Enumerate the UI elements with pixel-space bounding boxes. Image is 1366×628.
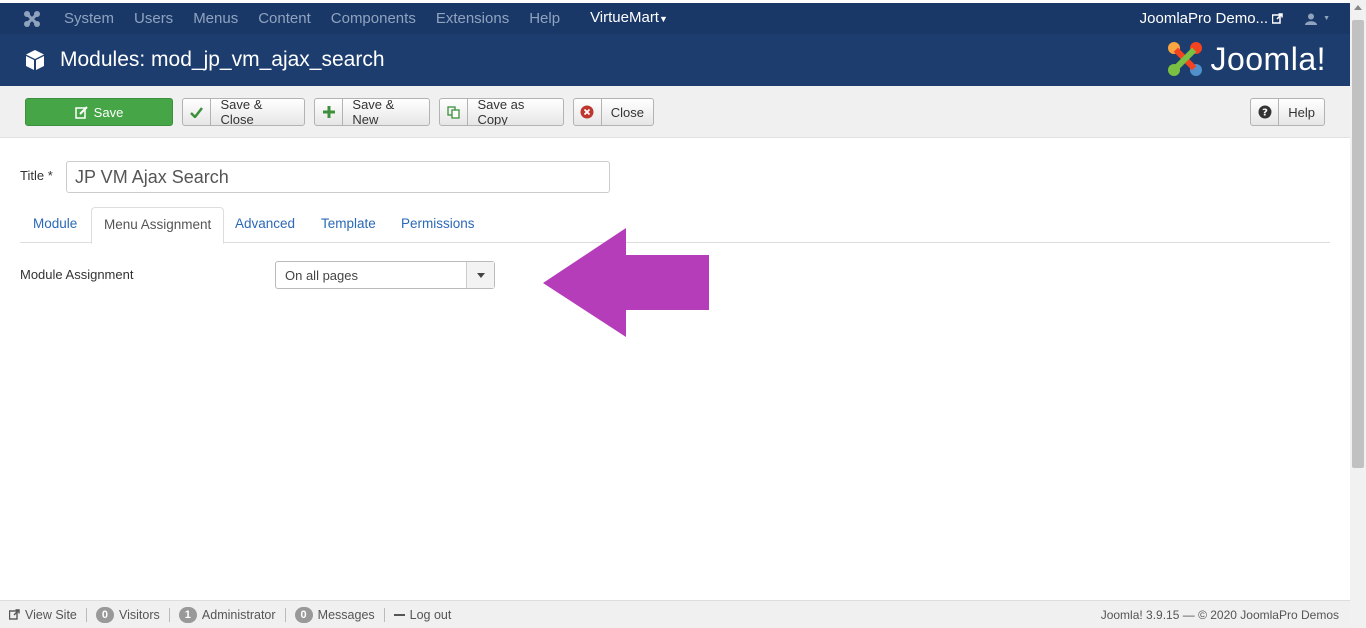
caret-down-icon: ▼ [1323, 15, 1330, 22]
joomla-logo-icon [1168, 42, 1203, 76]
save-new-button[interactable]: Save & New [314, 98, 430, 126]
joomla-menu-icon[interactable] [14, 4, 50, 34]
admin-label: Administrator [201, 607, 276, 622]
nav-extensions[interactable]: Extensions [426, 4, 519, 34]
admin-badge: 1 [178, 606, 197, 623]
save-copy-label: Save as Copy [477, 98, 525, 126]
close-button[interactable]: Close [573, 98, 654, 126]
view-site-link[interactable]: View Site [0, 607, 87, 622]
messages-label: Messages [317, 607, 375, 622]
title-label: Title * [20, 168, 53, 183]
site-link[interactable]: JoomlaPro Demo... [1140, 10, 1293, 27]
copyright-label: — © 2020 JoomlaPro Demos [1182, 607, 1339, 622]
plus-icon [315, 99, 344, 125]
user-menu[interactable]: ▼ [1293, 13, 1350, 25]
nav-components[interactable]: Components [321, 4, 426, 34]
module-assignment-label: Module Assignment [20, 267, 134, 282]
save-close-button[interactable]: Save & Close [182, 98, 305, 126]
visitors-badge: 0 [95, 606, 115, 623]
joomla-logo-text: Joomla! [1210, 40, 1326, 77]
question-icon: ? [1251, 99, 1280, 125]
status-bar: View Site 0 Visitors 1 Administrator 0 M… [0, 600, 1350, 628]
version-label: Joomla! 3.9.15 [1100, 607, 1180, 622]
help-button[interactable]: ? Help [1250, 98, 1325, 126]
check-icon [183, 99, 212, 125]
external-link-icon [9, 609, 20, 620]
toolbar: Save Save & Close Save & New Save as Cop… [0, 86, 1350, 138]
top-navbar: System Users Menus Content Components Ex… [0, 0, 1350, 34]
pointer-arrow-icon [543, 228, 709, 337]
tab-advanced[interactable]: Advanced [223, 207, 307, 243]
page-title: Modules: mod_jp_vm_ajax_search [60, 48, 385, 71]
svg-text:?: ? [1262, 108, 1268, 119]
caret-down-icon: ▼ [658, 14, 668, 24]
tab-menu-assignment[interactable]: Menu Assignment [91, 207, 225, 244]
close-label: Close [610, 104, 644, 120]
nav-content[interactable]: Content [248, 4, 321, 34]
external-link-icon [1272, 13, 1283, 24]
nav-users[interactable]: Users [124, 4, 183, 34]
edit-icon [74, 105, 88, 119]
help-label: Help [1288, 104, 1315, 120]
logout-link[interactable]: Log out [385, 608, 461, 622]
nav-system[interactable]: System [54, 4, 124, 34]
tab-module[interactable]: Module [21, 207, 89, 243]
module-assignment-value: On all pages [285, 267, 358, 283]
module-assignment-select[interactable]: On all pages [275, 261, 495, 289]
title-input[interactable] [66, 161, 610, 193]
save-close-label: Save & Close [220, 98, 263, 126]
caret-down-icon [466, 262, 494, 288]
nav-menus[interactable]: Menus [183, 4, 248, 34]
visitors-label: Visitors [119, 607, 160, 622]
view-site-label: View Site [25, 607, 77, 622]
copy-icon [440, 99, 469, 125]
nav-virtuemart[interactable]: VirtueMart▼ [580, 3, 678, 34]
save-button[interactable]: Save [25, 98, 173, 126]
save-label: Save [93, 104, 124, 120]
logout-label: Log out [409, 607, 452, 622]
minus-icon [393, 613, 405, 616]
visitors-link[interactable]: 0 Visitors [87, 606, 170, 623]
scrollbar-thumb[interactable] [1352, 20, 1364, 468]
save-new-label: Save & New [352, 98, 395, 126]
user-icon [1305, 13, 1318, 25]
administrator-link[interactable]: 1 Administrator [170, 606, 286, 623]
messages-badge: 0 [294, 606, 313, 623]
tab-permissions[interactable]: Permissions [389, 207, 487, 243]
joomla-logo: Joomla! [1166, 40, 1326, 78]
vertical-scrollbar[interactable] [1350, 0, 1366, 628]
save-copy-button[interactable]: Save as Copy [439, 98, 564, 126]
site-name: JoomlaPro Demo... [1139, 10, 1269, 27]
cube-icon [26, 50, 44, 70]
messages-link[interactable]: 0 Messages [286, 606, 385, 623]
nav-help[interactable]: Help [519, 4, 570, 34]
close-circle-icon [574, 99, 602, 125]
scroll-up-icon[interactable] [1354, 5, 1362, 10]
footer-version: Joomla! 3.9.15 — © 2020 JoomlaPro Demos [1101, 608, 1350, 622]
page-header: Modules: mod_jp_vm_ajax_search Joomla! [0, 34, 1350, 86]
nav-virtuemart-label: VirtueMart [590, 9, 659, 26]
tab-template[interactable]: Template [309, 207, 388, 243]
